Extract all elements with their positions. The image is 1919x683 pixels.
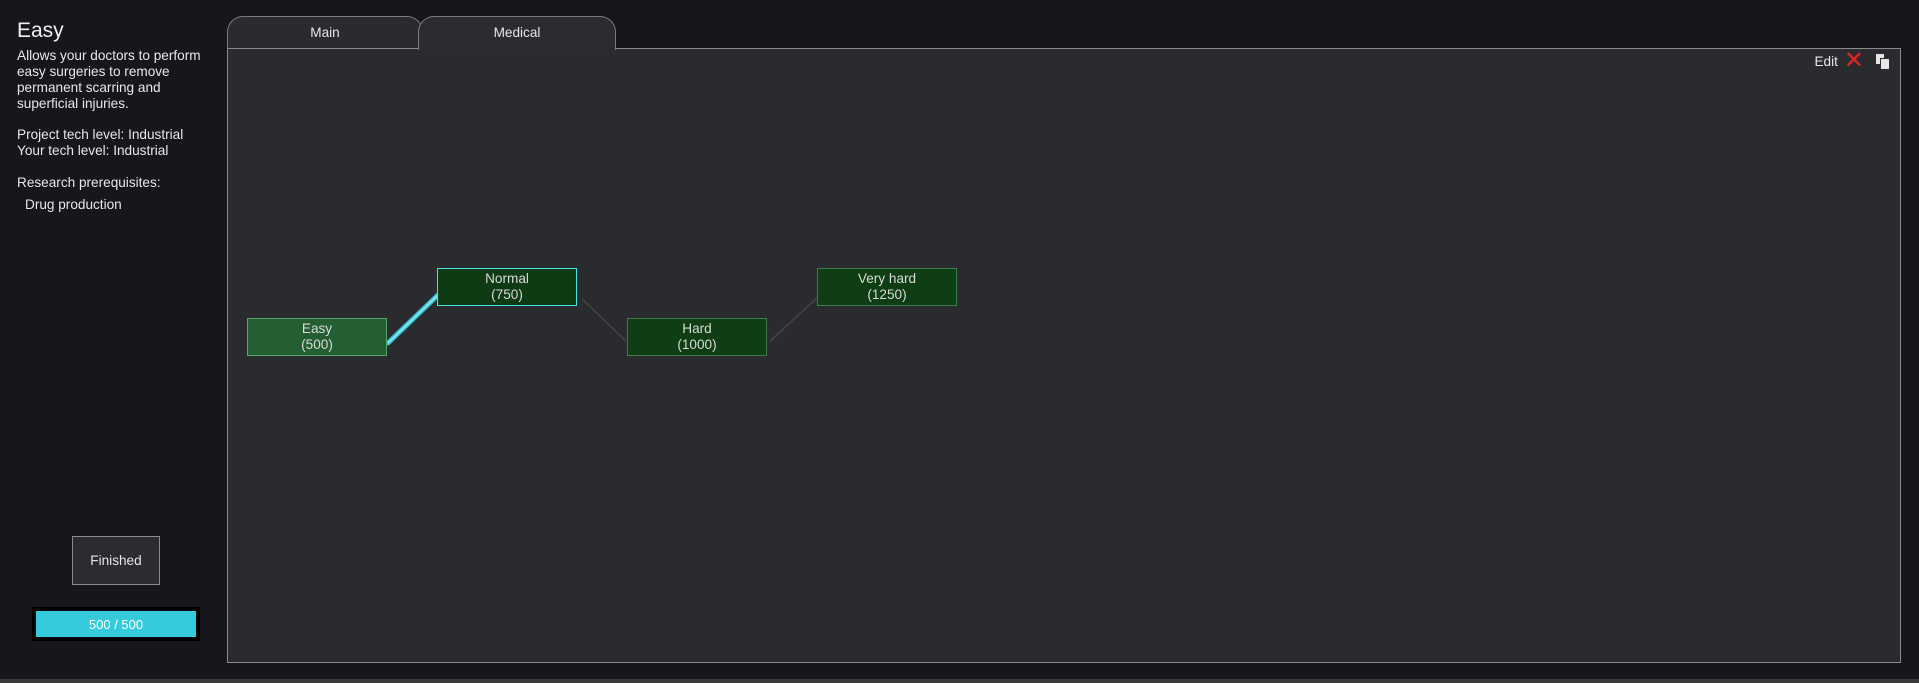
your-tech-level: Your tech level: Industrial (17, 143, 169, 158)
copy-icon[interactable] (1876, 54, 1890, 70)
edit-button[interactable]: Edit (1814, 54, 1837, 69)
tech-levels: Project tech level: Industrial Your tech… (17, 127, 183, 159)
project-tech-level: Project tech level: Industrial (17, 127, 184, 142)
node-easy-cost: (500) (301, 337, 333, 352)
tab-medical[interactable]: Medical (418, 16, 616, 50)
research-tree-panel: Edit ✕ Easy (500) Normal (750) Hard (100… (227, 48, 1901, 663)
finished-button[interactable]: Finished (72, 536, 160, 585)
node-hard[interactable]: Hard (1000) (627, 318, 767, 356)
tree-links (385, 292, 819, 346)
link-easy-normal-highlight (387, 294, 439, 344)
project-title: Easy (17, 19, 64, 42)
prerequisite-item[interactable]: Drug production (25, 197, 122, 212)
node-easy-name: Easy (301, 321, 333, 336)
link-normal-hard (581, 298, 627, 342)
prerequisites-label: Research prerequisites: (17, 175, 161, 190)
node-normal-name: Normal (485, 271, 529, 286)
project-info-panel: Easy Allows your doctors to perform easy… (0, 0, 222, 683)
node-easy[interactable]: Easy (500) (247, 318, 387, 356)
node-hard-name: Hard (682, 321, 712, 336)
research-progress-bar: 500 / 500 (32, 607, 200, 641)
close-icon[interactable]: ✕ (1844, 49, 1864, 73)
panel-tools: Edit ✕ (1814, 49, 1890, 73)
link-hard-veryhard (769, 296, 819, 342)
node-very-hard-name: Very hard (857, 271, 917, 286)
tab-main[interactable]: Main (227, 16, 423, 49)
project-description: Allows your doctors to perform easy surg… (17, 48, 201, 111)
node-hard-cost: (1000) (677, 337, 717, 352)
node-very-hard[interactable]: Very hard (1250) (817, 268, 957, 306)
bottom-strip (0, 679, 1919, 683)
node-normal-cost: (750) (491, 287, 523, 302)
progress-text: 500 / 500 (88, 616, 144, 632)
node-very-hard-cost: (1250) (867, 287, 907, 302)
node-normal[interactable]: Normal (750) (437, 268, 577, 306)
link-easy-normal (385, 292, 441, 346)
